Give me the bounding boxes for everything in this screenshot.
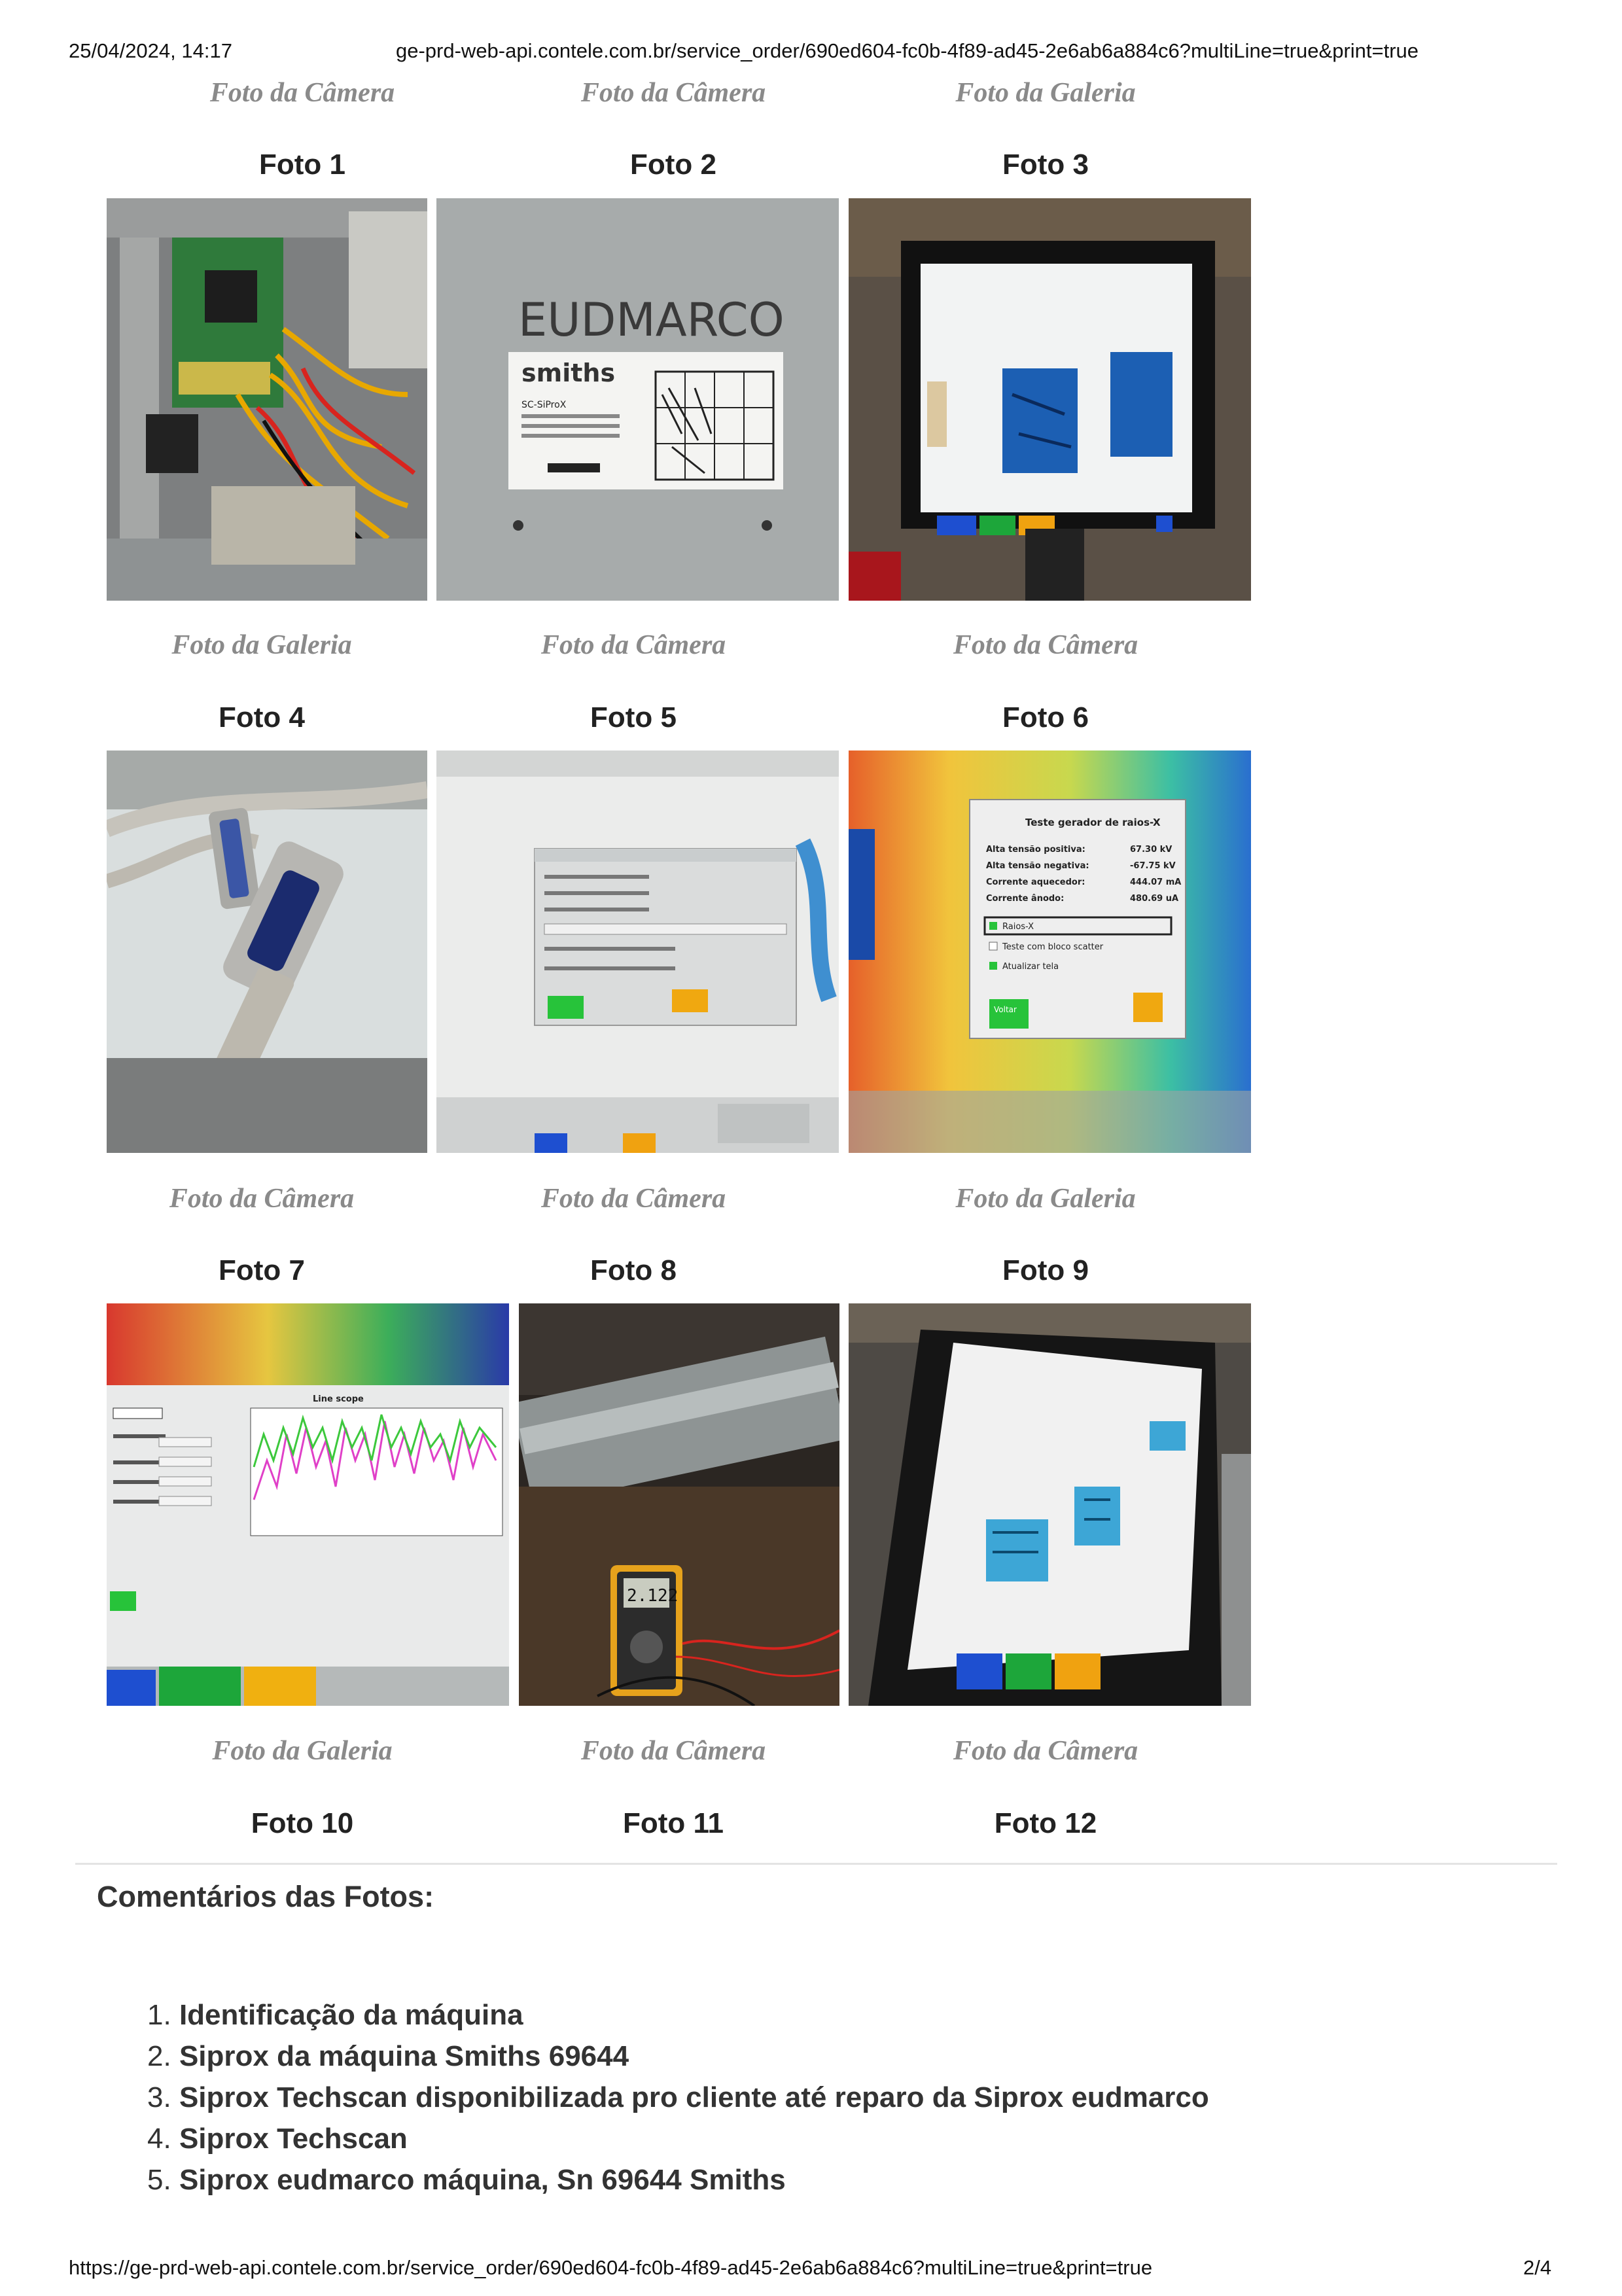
photo-label: Foto 5 [590, 701, 677, 733]
photo-source: Foto da Câmera [580, 1736, 766, 1766]
photo-label: Foto 8 [590, 1254, 677, 1286]
photo-label: Foto 3 [1002, 149, 1089, 181]
section-divider [75, 1863, 1557, 1865]
check-refresh: Atualizar tela [1002, 962, 1059, 972]
photo-source: Foto da Câmera [580, 78, 766, 108]
list-item: 5. Siprox eudmarco máquina, Sn 69644 Smi… [147, 2164, 786, 2196]
photo-label: Foto 11 [622, 1807, 724, 1839]
photo-label: Foto 2 [630, 149, 716, 181]
list-item: 3. Siprox Techscan disponibilizada pro c… [147, 2081, 1209, 2113]
comments-list: 1. Identificação da máquina 2. Siprox da… [147, 1994, 1209, 2200]
row-value: 67.30 kV [1130, 845, 1172, 855]
photo-6-xray-generator-test[interactable]: Teste gerador de raios-X Alta tensão pos… [849, 751, 1251, 1153]
plate-brand: smiths [521, 359, 615, 387]
comments-title: Comentários das Fotos: [97, 1880, 434, 1913]
photo-source: Foto da Câmera [953, 1736, 1138, 1766]
photo-9-xray-monitor[interactable] [849, 1303, 1251, 1706]
photo-label: Foto 10 [251, 1807, 354, 1839]
photo-label: Foto 7 [219, 1254, 305, 1286]
plate-type: SC-SiProX [521, 400, 567, 410]
page-number: 2/4 [1523, 2256, 1552, 2279]
photo-label: Foto 12 [994, 1807, 1097, 1839]
photo-label: Foto 4 [219, 701, 305, 733]
list-item: 1. Identificação da máquina [147, 1999, 523, 2031]
photo-4-vga-connector[interactable] [107, 751, 427, 1153]
photo-source: Foto da Câmera [209, 78, 395, 108]
photo-source: Foto da Galeria [171, 630, 352, 660]
photo-source: Foto da Câmera [169, 1184, 355, 1214]
photo-3-xray-monitor[interactable] [849, 198, 1251, 601]
row-label: Alta tensão negativa: [986, 861, 1089, 871]
row-value: -67.75 kV [1130, 861, 1176, 871]
print-url: ge-prd-web-api.contele.com.br/service_or… [396, 39, 1419, 62]
row-value: 444.07 mA [1130, 877, 1181, 887]
list-item: 2. Siprox da máquina Smiths 69644 [147, 2040, 629, 2072]
handwritten-name: EUDMARCO [518, 293, 785, 347]
print-datetime: 25/04/2024, 14:17 [69, 39, 232, 62]
photo-5-test-screen[interactable] [436, 751, 839, 1153]
photo-source: Foto da Câmera [953, 630, 1138, 660]
meter-reading: 2.122 [627, 1586, 678, 1606]
list-item: 4. Siprox Techscan [147, 2123, 408, 2155]
footer-url[interactable]: https://ge-prd-web-api.contele.com.br/se… [69, 2256, 1152, 2280]
check-scatter: Teste com bloco scatter [1002, 942, 1104, 952]
photo-source: Foto da Galeria [212, 1736, 393, 1766]
row-label: Corrente ânodo: [986, 894, 1064, 904]
photo-8-multimeter[interactable]: 2.122 [519, 1303, 839, 1706]
photo-source: Foto da Câmera [540, 1184, 726, 1214]
row-label: Alta tensão positiva: [986, 845, 1085, 855]
row-value: 480.69 uA [1130, 894, 1178, 904]
photo-7-line-scope[interactable]: Line scope [107, 1303, 509, 1706]
check-xray: Raios-X [1002, 922, 1034, 932]
photo-source: Foto da Galeria [955, 78, 1136, 108]
photo-label: Foto 6 [1002, 701, 1089, 733]
photo-2-identification-plate[interactable]: EUDMARCO smiths SC-SiProX [436, 198, 839, 601]
photo-source: Foto da Câmera [540, 630, 726, 660]
back-button: Voltar [994, 1005, 1017, 1014]
photo-1-machine-internals[interactable] [107, 198, 427, 601]
row-label: Corrente aquecedor: [986, 877, 1085, 887]
photo-label: Foto 1 [259, 149, 345, 181]
photo-label: Foto 9 [1002, 1254, 1089, 1286]
scope-title: Line scope [313, 1394, 364, 1404]
photo-source: Foto da Galeria [955, 1184, 1136, 1214]
dialog-title: Teste gerador de raios-X [1025, 817, 1161, 828]
